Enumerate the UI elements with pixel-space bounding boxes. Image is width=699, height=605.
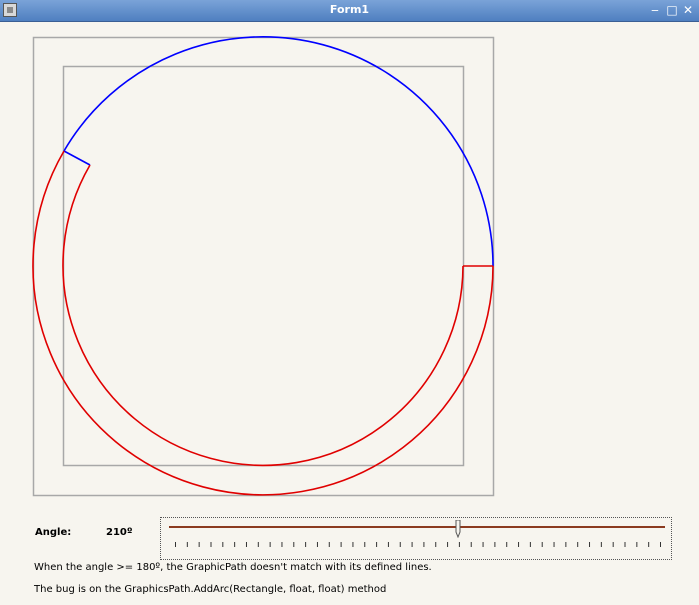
slider-ticks — [175, 542, 661, 547]
blue-connector — [63, 150, 91, 166]
blue-arc — [63, 36, 494, 267]
red-inner-arc — [62, 164, 464, 467]
form-client-area: Angle: 210º When the angle >= 180º, the … — [0, 22, 699, 605]
window-title: Form1 — [329, 3, 370, 16]
message-line-2: The bug is on the GraphicsPath.AddArc(Re… — [34, 584, 387, 595]
angle-slider[interactable] — [160, 517, 672, 560]
outer-rectangle — [32, 36, 495, 497]
minimize-icon[interactable]: ‒ — [648, 3, 662, 17]
angle-value: 210º — [106, 527, 133, 538]
slider-track[interactable] — [169, 526, 665, 528]
maximize-icon[interactable]: □ — [665, 3, 679, 17]
inner-rectangle — [62, 65, 465, 467]
red-outer-arc — [32, 150, 494, 496]
title-bar[interactable]: Form1 ‒ □ ✕ — [0, 0, 699, 22]
slider-thumb[interactable] — [455, 520, 461, 538]
message-line-1: When the angle >= 180º, the GraphicPath … — [34, 562, 432, 573]
close-icon[interactable]: ✕ — [681, 3, 695, 17]
angle-label: Angle: — [35, 527, 72, 538]
